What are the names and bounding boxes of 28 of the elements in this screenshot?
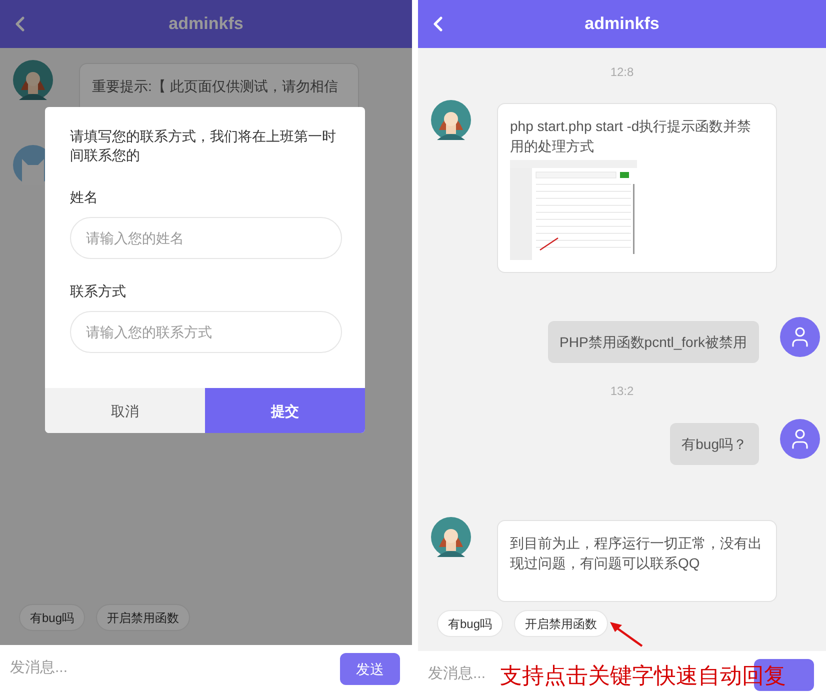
timestamp: 12:8 xyxy=(610,64,634,80)
avatar-icon xyxy=(780,419,820,459)
send-button[interactable]: 发送 xyxy=(340,652,400,684)
field-label: 姓名 xyxy=(70,188,99,207)
avatar-icon xyxy=(13,60,53,100)
message-input[interactable]: 发消息... xyxy=(10,657,86,680)
message-bubble: PHP禁用函数pcntl_fork被禁用 xyxy=(548,321,759,363)
input-field[interactable]: 请输入您的联系方式 xyxy=(70,311,342,353)
quick-reply-chip[interactable]: 有bug吗 xyxy=(437,610,504,637)
message-text: 重要提示:【 此页面仅供测试，请勿相信 xyxy=(92,77,339,96)
avatar-icon xyxy=(780,317,820,357)
dialog-prompt: 请填写您的联系方式，我们将在上班第一时间联系您的 xyxy=(70,127,337,165)
quick-reply-chip[interactable]: 有bug吗 xyxy=(19,604,86,631)
chat-title: adminkfs xyxy=(168,13,244,36)
avatar-icon xyxy=(431,517,471,557)
field-label: 联系方式 xyxy=(70,282,127,301)
quick-reply-chip[interactable]: 开启禁用函数 xyxy=(514,610,608,637)
submit-button[interactable]: 提交 xyxy=(205,388,365,433)
cancel-button[interactable]: 取消 xyxy=(45,388,205,433)
message-bubble: 有bug吗？ xyxy=(670,423,759,465)
annotation-arrow xyxy=(608,620,644,648)
chat-title: adminkfs xyxy=(584,13,660,36)
timestamp: 13:2 xyxy=(610,383,634,399)
avatar-icon xyxy=(431,100,471,140)
message-text: php start.php start -d执行提示函数并禁用的处理方式 xyxy=(510,117,752,156)
input-field[interactable]: 请输入您的姓名 xyxy=(70,217,342,259)
message-text: 到目前为止，程序运行一切正常，没有出现过问题，有问题可以联系QQ xyxy=(510,534,763,573)
quick-reply-chip[interactable]: 开启禁用函数 xyxy=(96,604,190,631)
